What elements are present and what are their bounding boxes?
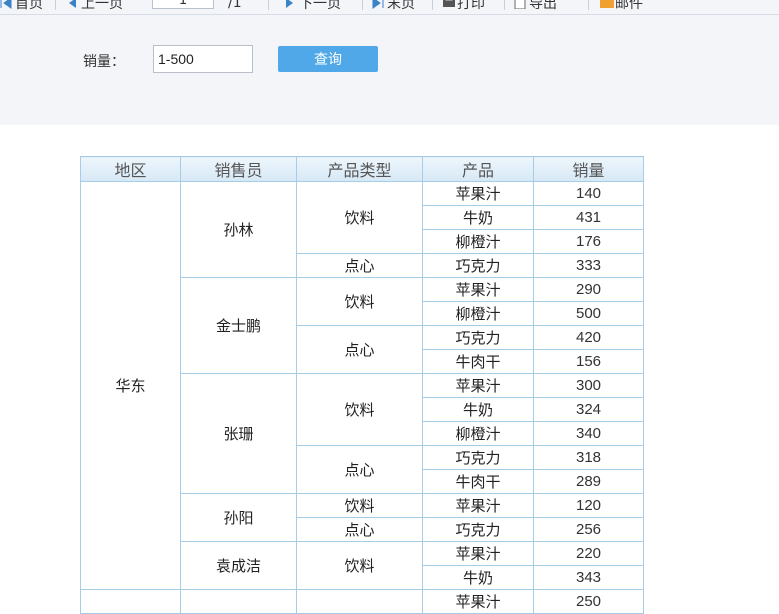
product-type-cell: 点心 xyxy=(296,253,423,278)
export-document-icon xyxy=(514,0,526,10)
header-product: 产品 xyxy=(422,156,534,182)
toolbar-divider xyxy=(55,0,56,10)
toolbar-divider xyxy=(432,0,433,10)
table-row: 华东 孙林 饮料 苹果汁 140 xyxy=(80,181,644,590)
product-cell: 柳橙汁 xyxy=(422,229,534,254)
sales-cell: 333 xyxy=(533,253,644,278)
table-row: 苹果汁 250 xyxy=(80,589,644,614)
sales-cell: 289 xyxy=(533,469,644,494)
product-cell: 苹果汁 xyxy=(422,277,534,302)
prev-page-icon xyxy=(66,0,78,9)
total-pages: /1 xyxy=(228,0,242,11)
sales-cell: 120 xyxy=(533,493,644,518)
product-cell: 柳橙汁 xyxy=(422,421,534,446)
first-page-button[interactable]: 首页 xyxy=(0,0,43,14)
print-button[interactable]: 打印 xyxy=(442,0,485,14)
salesperson-cell: 孙林 xyxy=(180,181,297,278)
product-type-cell: 饮料 xyxy=(296,541,423,590)
first-page-icon xyxy=(0,0,12,9)
product-cell: 苹果汁 xyxy=(422,541,534,566)
product-cell: 巧克力 xyxy=(422,325,534,350)
sales-cell: 140 xyxy=(533,181,644,206)
product-type-cell: 饮料 xyxy=(296,373,423,446)
sales-cell: 420 xyxy=(533,325,644,350)
product-cell: 巧克力 xyxy=(422,253,534,278)
salesperson-cell: 金士鹏 xyxy=(180,277,297,374)
query-panel: 销量： 查询 xyxy=(0,15,779,125)
product-type-cell: 点心 xyxy=(296,445,423,494)
sales-cell: 290 xyxy=(533,277,644,302)
sales-cell: 324 xyxy=(533,397,644,422)
sales-range-input[interactable] xyxy=(153,45,253,73)
sales-cell: 220 xyxy=(533,541,644,566)
salesperson-cell: 张珊 xyxy=(180,373,297,494)
page-number-input[interactable]: 1 xyxy=(152,0,214,9)
salesperson-cell xyxy=(180,589,297,614)
toolbar-divider xyxy=(362,0,363,10)
product-type-cell: 饮料 xyxy=(296,493,423,518)
last-page-icon xyxy=(372,0,384,9)
toolbar-divider xyxy=(268,0,269,10)
header-region: 地区 xyxy=(80,156,181,182)
sales-cell: 500 xyxy=(533,301,644,326)
table-header-row: 地区 销售员 产品类型 产品 销量 xyxy=(80,156,644,182)
sales-cell: 300 xyxy=(533,373,644,398)
product-cell: 牛肉干 xyxy=(422,469,534,494)
sales-cell: 431 xyxy=(533,205,644,230)
product-cell: 牛肉干 xyxy=(422,349,534,374)
salesperson-cell: 袁成洁 xyxy=(180,541,297,590)
sales-report-table: 地区 销售员 产品类型 产品 销量 华东 孙林 饮料 苹果汁 140 牛奶 431 柳橙汁 17… xyxy=(80,156,644,614)
region-cell: 华东 xyxy=(80,181,181,590)
sales-cell: 256 xyxy=(533,517,644,542)
export-button[interactable]: 导出 xyxy=(514,0,557,14)
product-cell: 牛奶 xyxy=(422,205,534,230)
product-type-cell xyxy=(296,589,423,614)
next-page-icon xyxy=(284,0,296,9)
sales-cell: 318 xyxy=(533,445,644,470)
toolbar-divider xyxy=(588,0,589,10)
product-cell: 苹果汁 xyxy=(422,493,534,518)
printer-icon xyxy=(442,0,455,9)
product-cell: 牛奶 xyxy=(422,397,534,422)
next-page-button[interactable]: 下一页 xyxy=(284,0,341,14)
product-cell: 巧克力 xyxy=(422,445,534,470)
prev-page-button[interactable]: 上一页 xyxy=(66,0,123,14)
header-salesperson: 销售员 xyxy=(180,156,297,182)
toolbar-divider xyxy=(504,0,505,10)
sales-cell: 250 xyxy=(533,589,644,614)
header-product-type: 产品类型 xyxy=(296,156,423,182)
report-toolbar: 首页 上一页 1 /1 下一页 末页 打印 导出 邮件 xyxy=(0,0,779,15)
product-type-cell: 饮料 xyxy=(296,181,423,254)
salesperson-cell: 孙阳 xyxy=(180,493,297,542)
product-type-cell: 饮料 xyxy=(296,277,423,326)
sales-cell: 156 xyxy=(533,349,644,374)
sales-cell: 343 xyxy=(533,565,644,590)
product-type-cell: 点心 xyxy=(296,517,423,542)
sales-cell: 176 xyxy=(533,229,644,254)
email-button[interactable]: 邮件 xyxy=(600,0,643,14)
last-page-button[interactable]: 末页 xyxy=(372,0,415,14)
product-cell: 苹果汁 xyxy=(422,181,534,206)
query-button[interactable]: 查询 xyxy=(278,46,378,72)
envelope-icon xyxy=(600,0,614,9)
product-cell: 柳橙汁 xyxy=(422,301,534,326)
product-cell: 苹果汁 xyxy=(422,373,534,398)
sales-filter-label: 销量： xyxy=(83,54,125,70)
product-type-cell: 点心 xyxy=(296,325,423,374)
sales-cell: 340 xyxy=(533,421,644,446)
product-cell: 巧克力 xyxy=(422,517,534,542)
header-sales: 销量 xyxy=(533,156,644,182)
region-cell xyxy=(80,589,181,614)
product-cell: 苹果汁 xyxy=(422,589,534,614)
product-cell: 牛奶 xyxy=(422,565,534,590)
